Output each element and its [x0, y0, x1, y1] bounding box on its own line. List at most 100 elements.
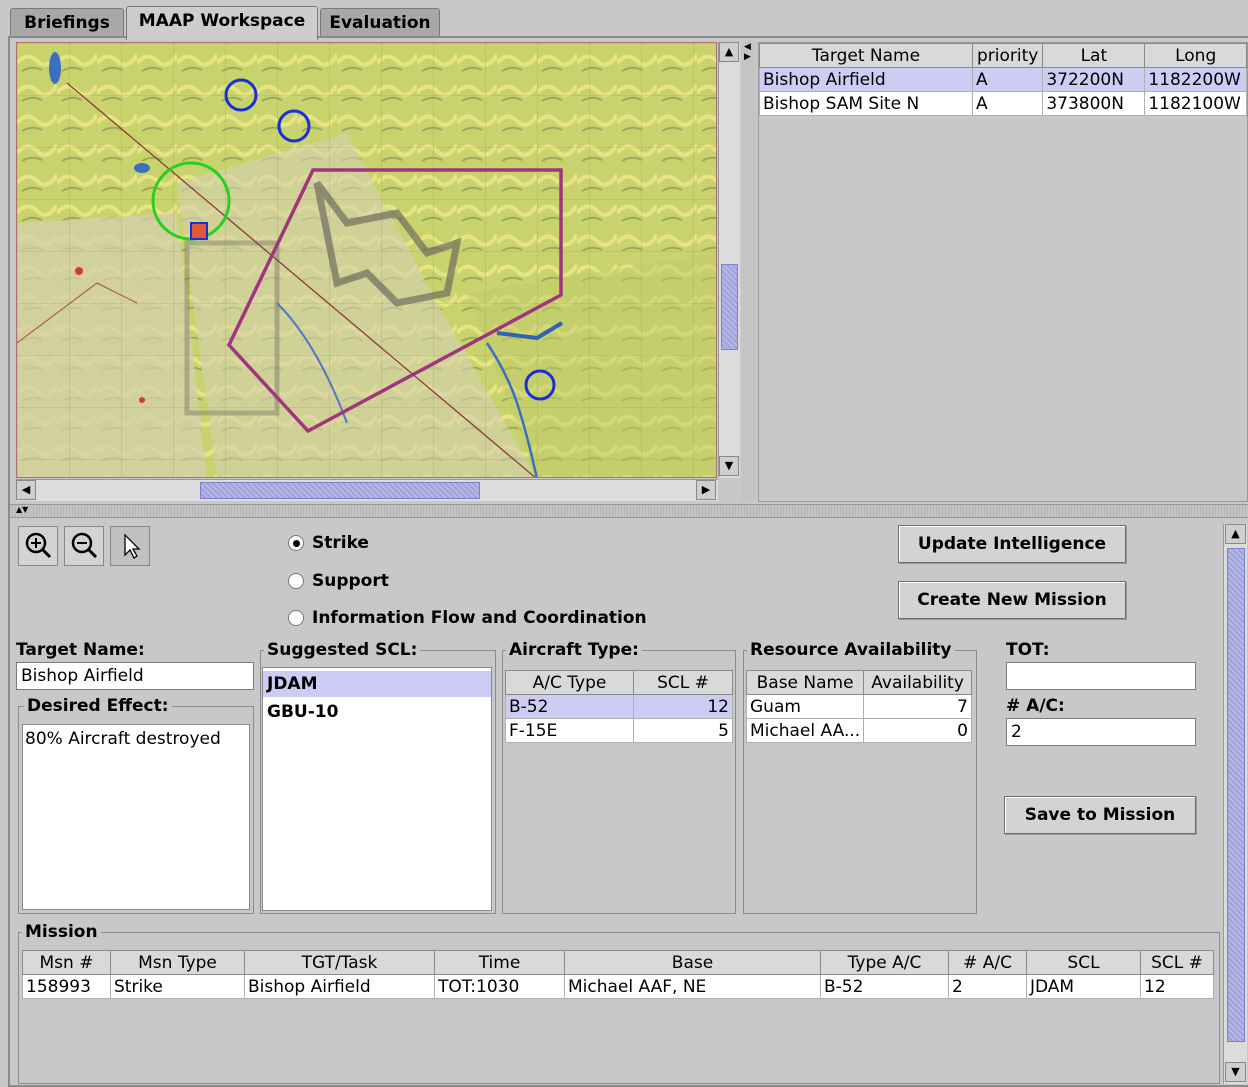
update-intelligence-button[interactable]: Update Intelligence: [898, 525, 1126, 563]
split-divider[interactable]: ◀ ▶: [742, 42, 756, 502]
scroll-up-icon[interactable]: ▲: [1225, 524, 1246, 544]
map-vscroll-thumb[interactable]: [721, 264, 738, 350]
cell: B-52: [820, 974, 949, 999]
col-scl[interactable]: SCL: [1026, 950, 1141, 975]
cell: 2: [948, 974, 1027, 999]
scroll-up-icon[interactable]: ▲: [719, 42, 739, 62]
zoom-in-icon: [25, 532, 52, 559]
col-tgt-task[interactable]: TGT/Task: [244, 950, 435, 975]
collapse-arrows-icon[interactable]: ◀ ▶: [744, 42, 756, 62]
col-lat[interactable]: Lat: [1042, 43, 1146, 68]
map-view[interactable]: [16, 42, 717, 478]
mission-label: Mission: [22, 922, 101, 942]
col-time[interactable]: Time: [434, 950, 565, 975]
cell: F-15E: [505, 718, 634, 743]
desired-effect-label: Desired Effect:: [24, 696, 172, 716]
cell: 0: [863, 718, 972, 743]
tab-maap-workspace[interactable]: MAAP Workspace: [126, 6, 318, 40]
table-row[interactable]: Bishop Airfield A 372200N 1182200W: [759, 67, 1247, 92]
mission-table: Msn # Msn Type TGT/Task Time Base Type A…: [22, 950, 1214, 999]
tot-field[interactable]: [1006, 662, 1196, 690]
radio-strike-label: Strike: [312, 533, 369, 553]
save-to-mission-button[interactable]: Save to Mission: [1004, 796, 1196, 834]
col-msn-number[interactable]: Msn #: [22, 950, 111, 975]
col-msn-type[interactable]: Msn Type: [110, 950, 245, 975]
table-row[interactable]: 158993 Strike Bishop Airfield TOT:1030 M…: [22, 974, 1214, 999]
cell: TOT:1030: [434, 974, 565, 999]
scroll-right-icon[interactable]: ▶: [696, 480, 716, 500]
zoom-in-button[interactable]: [18, 526, 58, 566]
scroll-down-icon[interactable]: ▼: [1225, 1062, 1246, 1082]
col-target-name[interactable]: Target Name: [759, 43, 973, 68]
table-row[interactable]: B-52 12: [505, 694, 733, 719]
tab-briefings[interactable]: Briefings: [10, 8, 124, 38]
cell: Bishop Airfield: [244, 974, 435, 999]
col-scl-number[interactable]: SCL #: [1140, 950, 1214, 975]
radio-information-flow[interactable]: Information Flow and Coordination: [288, 608, 647, 628]
cell: A: [971, 91, 1044, 116]
table-row[interactable]: F-15E 5: [505, 718, 733, 743]
create-new-mission-button[interactable]: Create New Mission: [898, 581, 1126, 619]
tot-label: TOT:: [1006, 640, 1050, 660]
cell: 158993: [22, 974, 111, 999]
desired-effect-value: 80% Aircraft destroyed: [25, 729, 221, 749]
horizontal-splitter[interactable]: ▲▼: [10, 504, 1248, 518]
radio-strike[interactable]: Strike: [288, 533, 369, 553]
num-ac-field[interactable]: 2: [1006, 718, 1196, 746]
resource-availability-label: Resource Availability: [747, 640, 955, 660]
col-availability[interactable]: Availability: [863, 670, 972, 695]
target-table: Target Name priority Lat Long Bishop Air…: [759, 43, 1247, 116]
map-horizontal-scrollbar[interactable]: ◀ ▶: [16, 479, 718, 501]
col-long[interactable]: Long: [1144, 43, 1247, 68]
list-item[interactable]: GBU-10: [263, 699, 491, 725]
map-hscroll-thumb[interactable]: [200, 482, 480, 499]
col-type-ac[interactable]: Type A/C: [820, 950, 949, 975]
radio-information-flow-dot[interactable]: [288, 610, 304, 626]
radio-strike-dot[interactable]: [288, 535, 304, 551]
cell: 12: [1140, 974, 1214, 999]
cell: 1182200W: [1144, 67, 1247, 92]
col-ac-type[interactable]: A/C Type: [505, 670, 634, 695]
cell: Bishop SAM Site N: [759, 91, 973, 116]
zoom-out-button[interactable]: [64, 526, 104, 566]
lower-panel-scrollbar[interactable]: ▲ ▼: [1223, 524, 1247, 1084]
radio-information-flow-label: Information Flow and Coordination: [312, 608, 647, 628]
cell: 373800N: [1042, 91, 1146, 116]
cell: 5: [633, 718, 733, 743]
split-arrows-icon[interactable]: ▲▼: [16, 505, 28, 514]
cell: Guam: [745, 694, 865, 719]
num-ac-label: # A/C:: [1006, 696, 1065, 716]
col-base-name[interactable]: Base Name: [745, 670, 865, 695]
table-row[interactable]: Guam 7: [745, 694, 972, 719]
cell: 372200N: [1042, 67, 1146, 92]
scroll-down-icon[interactable]: ▼: [719, 456, 739, 476]
map-vertical-scrollbar[interactable]: ▲ ▼: [718, 42, 740, 478]
cell: Michael AAF, NE: [564, 974, 821, 999]
desired-effect-textarea[interactable]: 80% Aircraft destroyed: [22, 724, 250, 910]
mission-table-area: Msn # Msn Type TGT/Task Time Base Type A…: [22, 950, 1216, 1080]
cell: 7: [863, 694, 972, 719]
cell: 12: [633, 694, 733, 719]
list-item[interactable]: JDAM: [263, 671, 491, 697]
zoom-out-icon: [71, 532, 98, 559]
cell: Strike: [110, 974, 245, 999]
suggested-scl-list[interactable]: JDAM GBU-10: [262, 667, 492, 911]
resource-availability-table: Base Name Availability Guam 7 Michael AA…: [745, 670, 972, 743]
pointer-icon: [124, 533, 141, 559]
cell: Bishop Airfield: [759, 67, 973, 92]
col-base[interactable]: Base: [564, 950, 821, 975]
radio-support-dot[interactable]: [288, 573, 304, 589]
target-name-field[interactable]: Bishop Airfield: [16, 662, 254, 690]
pointer-button[interactable]: [110, 526, 150, 566]
suggested-scl-label: Suggested SCL:: [264, 640, 421, 660]
lower-vscroll-thumb[interactable]: [1227, 548, 1245, 1042]
aircraft-type-label: Aircraft Type:: [506, 640, 642, 660]
col-num-ac[interactable]: # A/C: [948, 950, 1027, 975]
tab-evaluation[interactable]: Evaluation: [320, 8, 440, 38]
table-row[interactable]: Bishop SAM Site N A 373800N 1182100W: [759, 91, 1247, 116]
radio-support[interactable]: Support: [288, 571, 389, 591]
col-scl-number[interactable]: SCL #: [633, 670, 733, 695]
scroll-left-icon[interactable]: ◀: [16, 480, 36, 500]
col-priority[interactable]: priority: [971, 43, 1044, 68]
table-row[interactable]: Michael AA... 0: [745, 718, 972, 743]
